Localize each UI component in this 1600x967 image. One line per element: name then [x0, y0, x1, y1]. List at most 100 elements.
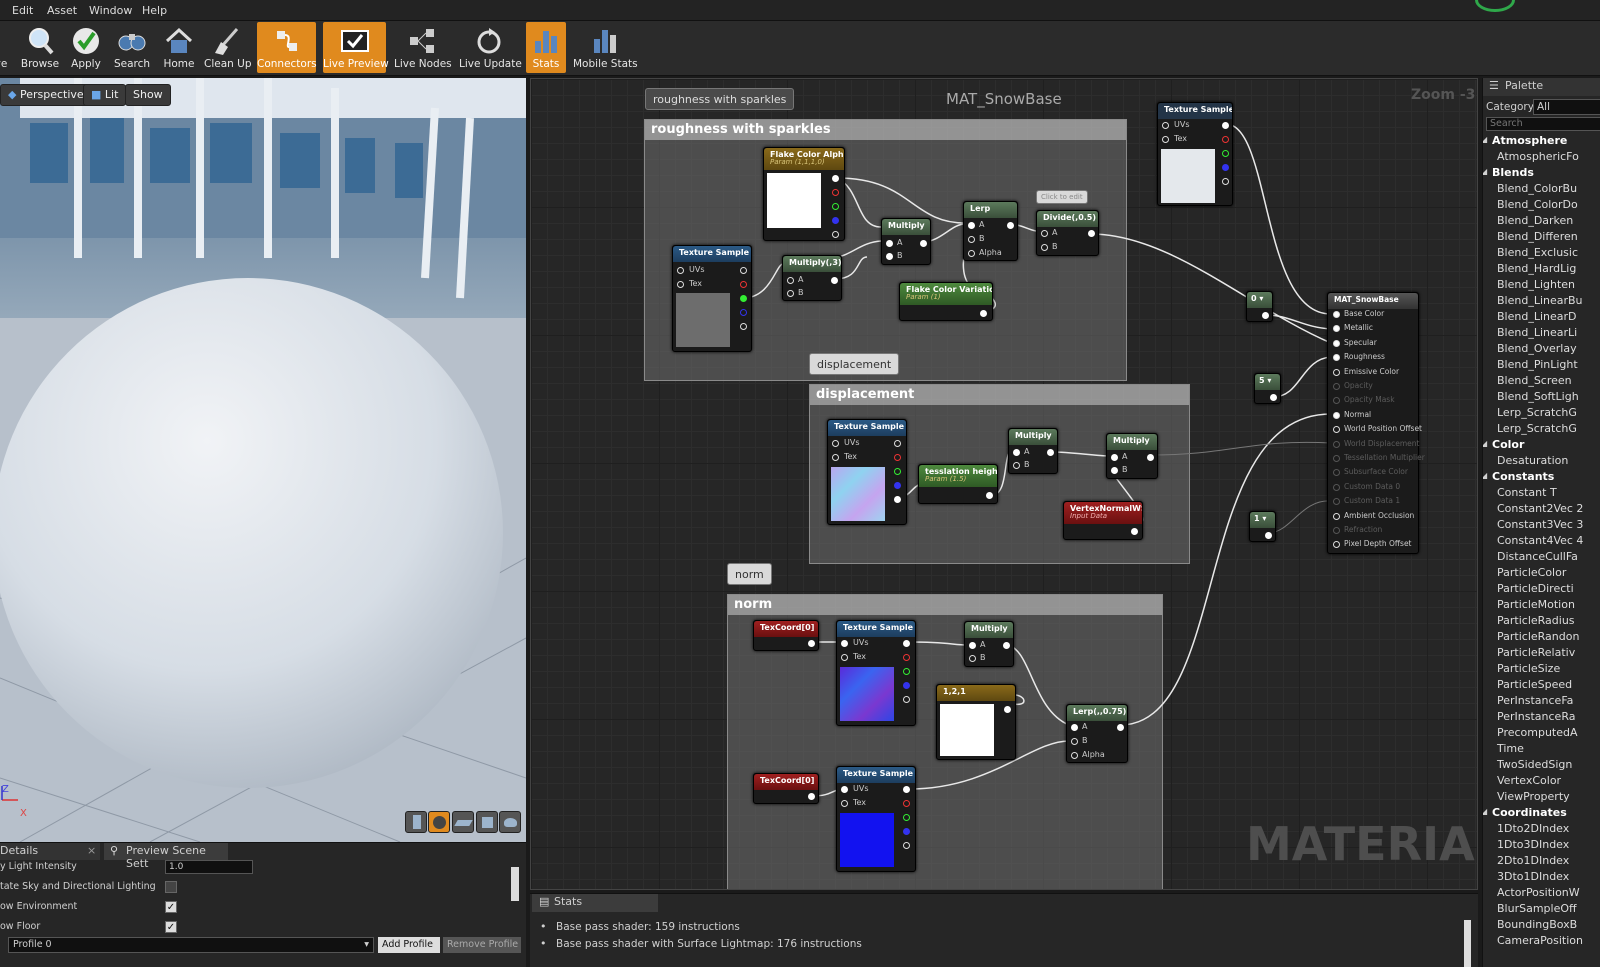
- teapot-preview-button[interactable]: [499, 811, 521, 833]
- light-intensity-input[interactable]: 1.0: [165, 860, 253, 874]
- output-pin-b[interactable]: [903, 682, 910, 689]
- palette-item[interactable]: PerInstanceFa: [1497, 694, 1573, 707]
- sphere-preview-button[interactable]: [428, 811, 450, 833]
- input-pin-b[interactable]: [1071, 738, 1078, 745]
- stats-scrollbar[interactable]: [1464, 920, 1471, 967]
- multiply-displacement-1-node[interactable]: Multiply A B: [1008, 428, 1058, 474]
- output-pin[interactable]: [1047, 449, 1054, 456]
- texcoord-2-node[interactable]: TexCoord[0]: [753, 773, 819, 804]
- input-pin-a[interactable]: [969, 642, 976, 649]
- output-pin[interactable]: [832, 175, 839, 182]
- profile-select[interactable]: Profile 0 ▾: [8, 937, 374, 953]
- output-pin[interactable]: [1265, 532, 1272, 539]
- palette-item[interactable]: Constant3Vec 3: [1497, 518, 1583, 531]
- output-pin-b[interactable]: [740, 309, 747, 316]
- material-input-pin[interactable]: [1333, 397, 1340, 405]
- palette-item[interactable]: Blend_PinLight: [1497, 358, 1578, 371]
- input-pin-tex[interactable]: [1162, 136, 1169, 143]
- output-pin[interactable]: [808, 793, 815, 800]
- output-pin-a[interactable]: [894, 496, 901, 503]
- flake-color-variation-node[interactable]: Flake Color Variation Param (1): [899, 282, 993, 321]
- input-pin-b[interactable]: [969, 655, 976, 662]
- output-pin[interactable]: [1004, 706, 1011, 713]
- output-pin[interactable]: [1262, 312, 1269, 319]
- palette-item[interactable]: Blend_LinearD: [1497, 310, 1576, 323]
- output-pin-g[interactable]: [894, 468, 901, 475]
- connectors-button[interactable]: Connectors: [257, 22, 317, 73]
- input-pin-a[interactable]: [787, 277, 794, 284]
- material-input-pin[interactable]: [1333, 541, 1340, 549]
- details-scrollbar[interactable]: [511, 867, 519, 901]
- vertex-normal-ws-node[interactable]: VertexNormalWS Input Data: [1063, 501, 1143, 540]
- menu-help[interactable]: Help: [142, 4, 167, 17]
- palette-item[interactable]: ParticleRandon: [1497, 630, 1579, 643]
- output-pin-a[interactable]: [832, 231, 839, 238]
- cylinder-preview-button[interactable]: [405, 811, 427, 833]
- multiply-norm-node[interactable]: Multiply A B: [964, 621, 1014, 667]
- palette-item[interactable]: ParticleDirecti: [1497, 582, 1574, 595]
- show-button[interactable]: Show: [125, 84, 171, 106]
- menu-edit[interactable]: Edit: [12, 4, 33, 17]
- multiply-roughness-node[interactable]: Multiply A B: [881, 218, 931, 265]
- live-preview-button[interactable]: Live Preview: [323, 22, 389, 73]
- palette-item[interactable]: TwoSidedSign: [1497, 758, 1572, 771]
- palette-item[interactable]: Blend_ColorDo: [1497, 198, 1578, 211]
- palette-item[interactable]: Blend_Screen: [1497, 374, 1572, 387]
- palette-item[interactable]: ParticleSpeed: [1497, 678, 1572, 691]
- browse-button[interactable]: Browse: [18, 22, 62, 73]
- output-pin[interactable]: [1088, 230, 1095, 237]
- texture-sample-displacement-node[interactable]: Texture Sample UVs Tex: [827, 419, 907, 525]
- palette-item[interactable]: VertexColor: [1497, 774, 1561, 787]
- multiply-3-node[interactable]: Multiply(,3) A B: [782, 255, 842, 301]
- clean-up-button[interactable]: Clean Up: [204, 22, 252, 73]
- output-pin-r[interactable]: [1222, 136, 1229, 143]
- output-pin[interactable]: [894, 440, 901, 447]
- flake-color-alpha-node[interactable]: Flake Color Alpha Param (1,1,1,0): [763, 147, 845, 241]
- output-pin[interactable]: [1270, 394, 1277, 401]
- input-pin-b[interactable]: [968, 236, 975, 243]
- rotate-sky-checkbox[interactable]: [165, 881, 177, 893]
- palette-item[interactable]: Desaturation: [1497, 454, 1568, 467]
- tesslation-height-node[interactable]: tesslation height Param (1.5): [918, 464, 998, 504]
- material-input-pin[interactable]: [1333, 469, 1340, 477]
- material-input-pin[interactable]: [1333, 383, 1340, 390]
- menu-window[interactable]: Window: [89, 4, 132, 17]
- palette-item[interactable]: ActorPositionW: [1497, 886, 1580, 899]
- input-pin-a[interactable]: [1041, 230, 1048, 237]
- palette-category[interactable]: Constants: [1492, 470, 1554, 483]
- output-pin-r[interactable]: [832, 189, 839, 196]
- live-update-button[interactable]: Live Update: [459, 22, 522, 73]
- plane-preview-button[interactable]: [452, 811, 474, 833]
- collapse-triangle-icon[interactable]: ◢: [1483, 439, 1487, 448]
- material-input-pin[interactable]: [1333, 411, 1340, 419]
- lerp-norm-node[interactable]: Lerp(,,0.75) A B Alpha: [1066, 704, 1128, 763]
- palette-category[interactable]: Atmosphere: [1492, 134, 1567, 147]
- palette-item[interactable]: Blend_Darken: [1497, 214, 1573, 227]
- material-input-pin[interactable]: [1333, 455, 1340, 462]
- constant-0-node[interactable]: 0 ▾: [1246, 291, 1273, 322]
- close-icon[interactable]: ×: [87, 844, 96, 857]
- collapse-triangle-icon[interactable]: ◢: [1483, 807, 1487, 816]
- texture-sample-norm-2-node[interactable]: Texture Sample UVs Tex: [836, 766, 916, 872]
- palette-category[interactable]: Coordinates: [1492, 806, 1567, 819]
- input-pin-tex[interactable]: [832, 454, 839, 461]
- palette-item[interactable]: 1Dto3DIndex: [1497, 838, 1569, 851]
- texcoord-1-node[interactable]: TexCoord[0]: [753, 620, 819, 651]
- palette-item[interactable]: Blend_Differen: [1497, 230, 1578, 243]
- perspective-button[interactable]: ◆ Perspective: [0, 84, 92, 106]
- palette-item[interactable]: 3Dto1DIndex: [1497, 870, 1569, 883]
- input-pin-alpha[interactable]: [1071, 752, 1078, 759]
- input-pin-alpha[interactable]: [968, 250, 975, 257]
- palette-item[interactable]: Blend_HardLig: [1497, 262, 1576, 275]
- palette-item[interactable]: PerInstanceRa: [1497, 710, 1575, 723]
- palette-item[interactable]: Blend_ColorBu: [1497, 182, 1577, 195]
- tab-details[interactable]: Details ×: [0, 843, 100, 860]
- output-pin-r[interactable]: [894, 454, 901, 461]
- divide-node[interactable]: Divide(,0.5) A B: [1036, 210, 1099, 256]
- collapse-triangle-icon[interactable]: ◢: [1483, 471, 1487, 480]
- output-pin-g[interactable]: [903, 668, 910, 675]
- output-pin-r[interactable]: [903, 654, 910, 661]
- category-select[interactable]: All: [1533, 99, 1600, 115]
- palette-item[interactable]: Blend_Lighten: [1497, 278, 1575, 291]
- lerp-roughness-node[interactable]: Lerp A B Alpha: [963, 201, 1018, 261]
